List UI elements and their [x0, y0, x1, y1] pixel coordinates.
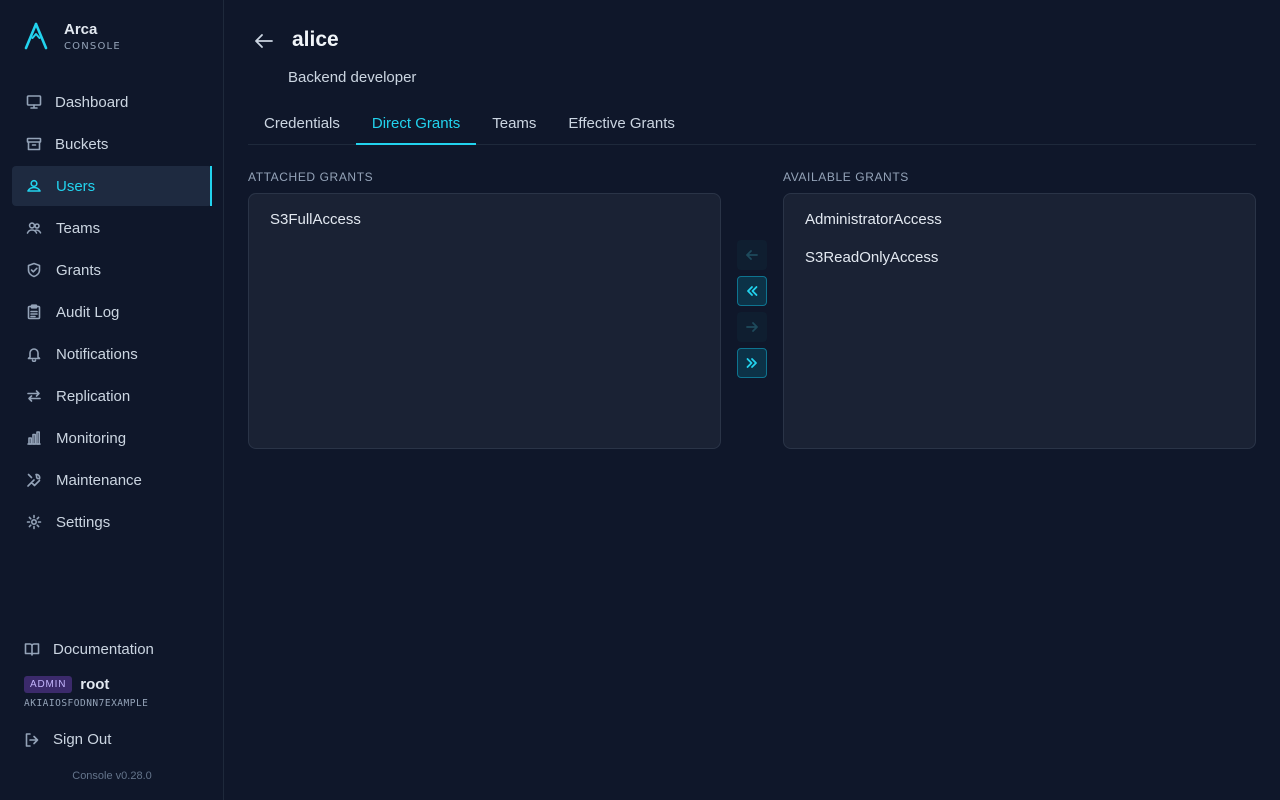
move-all-left-button[interactable]	[737, 276, 767, 306]
book-icon	[24, 643, 40, 656]
log-out-icon	[25, 732, 39, 747]
sidebar: Arca CONSOLE Dashboard Buckets Users Tea…	[0, 0, 224, 800]
available-grants-label: AVAILABLE GRANTS	[783, 170, 909, 184]
move-all-right-button[interactable]	[737, 348, 767, 378]
monitor-icon	[26, 94, 42, 110]
move-selected-left-button[interactable]	[737, 240, 767, 270]
sidebar-item-label: Notifications	[56, 345, 138, 363]
username: root	[80, 676, 110, 693]
tab-effective-grants[interactable]: Effective Grants	[552, 104, 690, 144]
chevrons-left-icon	[747, 286, 758, 296]
tab-bar: Credentials Direct Grants Teams Effectiv…	[248, 104, 1256, 145]
sidebar-item-label: Maintenance	[56, 471, 142, 489]
attached-grants-label: ATTACHED GRANTS	[248, 170, 374, 184]
sidebar-item-label: Users	[56, 177, 96, 195]
sidebar-item-label: Audit Log	[56, 303, 120, 321]
sidebar-item-grants[interactable]: Grants	[12, 250, 212, 290]
available-grants-list: AdministratorAccess S3ReadOnlyAccess	[783, 193, 1256, 449]
clipboard-icon	[26, 304, 42, 320]
back-button[interactable]	[252, 29, 276, 53]
tab-teams[interactable]: Teams	[476, 104, 552, 144]
sidebar-item-label: Replication	[56, 387, 131, 405]
sidebar-item-notifications[interactable]: Notifications	[12, 334, 212, 374]
sidebar-item-label: Grants	[56, 261, 102, 279]
list-item[interactable]: S3FullAccess	[249, 211, 720, 249]
sign-out-label: Sign Out	[53, 731, 112, 748]
sign-out-button[interactable]: Sign Out	[24, 731, 204, 748]
bar-chart-icon	[26, 430, 42, 446]
sidebar-item-label: Buckets	[55, 135, 109, 153]
role-badge: ADMIN	[24, 676, 73, 693]
sidebar-item-buckets[interactable]: Buckets	[12, 124, 212, 164]
gear-icon	[26, 514, 42, 530]
sidebar-item-audit-log[interactable]: Audit Log	[12, 292, 212, 332]
tab-credentials[interactable]: Credentials	[248, 104, 356, 144]
sidebar-nav: Dashboard Buckets Users Teams Grants Aud…	[12, 82, 212, 544]
sidebar-item-monitoring[interactable]: Monitoring	[12, 418, 212, 458]
user-icon	[26, 178, 42, 194]
documentation-link[interactable]: Documentation	[24, 636, 204, 662]
sidebar-item-maintenance[interactable]: Maintenance	[12, 460, 212, 500]
sidebar-footer: Documentation ADMIN root AKIAIOSFODNN7EX…	[24, 636, 204, 748]
sidebar-item-label: Settings	[56, 513, 111, 531]
sidebar-item-replication[interactable]: Replication	[12, 376, 212, 416]
arca-logo-icon	[24, 22, 48, 50]
brand[interactable]: Arca CONSOLE	[24, 22, 121, 52]
documentation-label: Documentation	[53, 640, 154, 658]
move-selected-right-button[interactable]	[737, 312, 767, 342]
brand-name: Arca	[64, 21, 98, 38]
tab-direct-grants[interactable]: Direct Grants	[355, 104, 477, 145]
sidebar-item-label: Dashboard	[55, 93, 129, 111]
sidebar-item-label: Monitoring	[56, 429, 127, 447]
sidebar-item-label: Teams	[56, 219, 101, 237]
version-label: Console v0.28.0	[72, 770, 152, 782]
archive-icon	[26, 136, 42, 152]
list-item[interactable]: AdministratorAccess	[784, 211, 1255, 249]
sidebar-item-dashboard[interactable]: Dashboard	[12, 82, 212, 122]
arrow-left-icon	[255, 34, 273, 48]
users-icon	[26, 220, 42, 236]
sidebar-item-users[interactable]: Users	[12, 166, 212, 206]
sidebar-item-settings[interactable]: Settings	[12, 502, 212, 542]
access-key: AKIAIOSFODNN7EXAMPLE	[24, 698, 149, 709]
chevrons-right-icon	[746, 358, 757, 368]
list-item[interactable]: S3ReadOnlyAccess	[784, 249, 1255, 287]
brand-subtitle: CONSOLE	[64, 41, 121, 52]
page-title: alice	[292, 28, 339, 51]
bell-icon	[26, 346, 42, 362]
attached-grants-list: S3FullAccess	[248, 193, 721, 449]
shield-check-icon	[26, 262, 42, 278]
current-user: ADMIN root	[24, 676, 204, 693]
arrow-left-icon	[746, 250, 758, 260]
wrench-icon	[26, 472, 42, 488]
page-subtitle: Backend developer	[288, 69, 417, 86]
arrow-right-icon	[746, 322, 758, 332]
sidebar-item-teams[interactable]: Teams	[12, 208, 212, 248]
arrows-left-right-icon	[26, 388, 42, 404]
